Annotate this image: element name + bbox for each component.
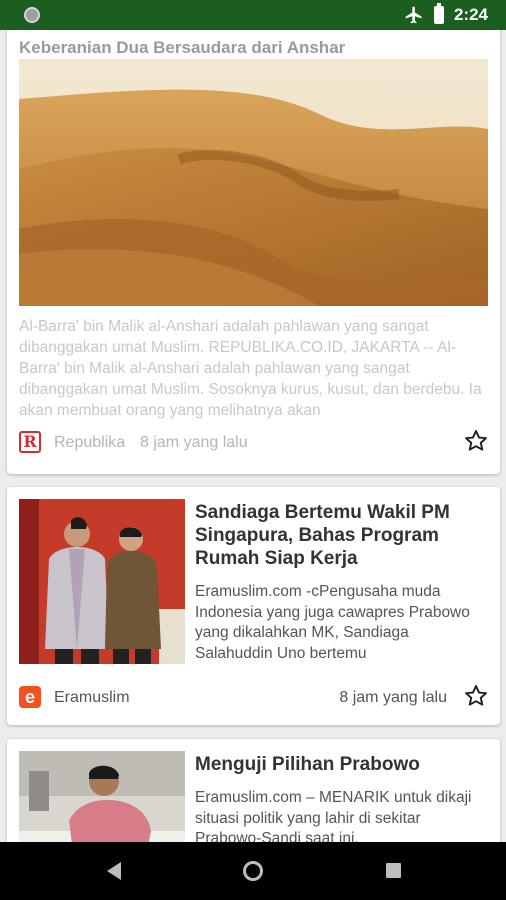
article-thumbnail: [19, 751, 185, 842]
article-snippet: Eramuslim.com -cPengusaha muda Indonesia…: [195, 583, 470, 662]
eramuslim-logo: e: [19, 686, 41, 708]
status-bar: 2:24: [0, 0, 506, 30]
article-snippet: Eramuslim.com – MENARIK untuk dikaji sit…: [195, 789, 472, 842]
republika-logo: R: [19, 431, 41, 453]
article-card[interactable]: Sandiaga Bertemu Wakil PM Singapura, Bah…: [7, 487, 500, 725]
source-name: Eramuslim: [54, 689, 130, 706]
star-outline-icon[interactable]: [463, 683, 489, 709]
article-time: 8 jam yang lalu: [339, 689, 447, 706]
status-time: 2:24: [453, 5, 488, 24]
article-image: [19, 59, 488, 306]
notification-icon: [24, 7, 40, 23]
article-footer: e Eramuslim 8 jam yang lalu: [19, 683, 489, 711]
home-icon[interactable]: [243, 861, 263, 881]
article-footer: R Republika 8 jam yang lalu: [19, 428, 489, 456]
article-card[interactable]: Menguji Pilihan Prabowo Eramuslim.com – …: [7, 739, 500, 842]
star-outline-icon[interactable]: [463, 428, 489, 454]
article-title: Keberanian Dua Bersaudara dari Anshar: [19, 38, 346, 57]
article-title: Menguji Pilihan Prabowo: [195, 754, 420, 775]
status-icons: 2:24: [404, 3, 488, 26]
back-icon[interactable]: [107, 862, 121, 880]
article-card[interactable]: Keberanian Dua Bersaudara dari Anshar Al…: [7, 30, 500, 474]
article-thumbnail: [19, 499, 185, 664]
article-time: 8 jam yang lalu: [140, 434, 248, 451]
recent-apps-icon[interactable]: [386, 863, 401, 878]
article-title: Sandiaga Bertemu Wakil PM Singapura, Bah…: [195, 502, 450, 569]
source-name: Republika: [54, 434, 126, 451]
news-feed[interactable]: Keberanian Dua Bersaudara dari Anshar Al…: [0, 30, 506, 842]
battery-icon: [433, 3, 444, 24]
airplane-mode-icon: [405, 6, 422, 24]
article-snippet: Al-Barra' bin Malik al-Anshari adalah pa…: [19, 318, 482, 419]
navigation-bar: [0, 842, 506, 900]
